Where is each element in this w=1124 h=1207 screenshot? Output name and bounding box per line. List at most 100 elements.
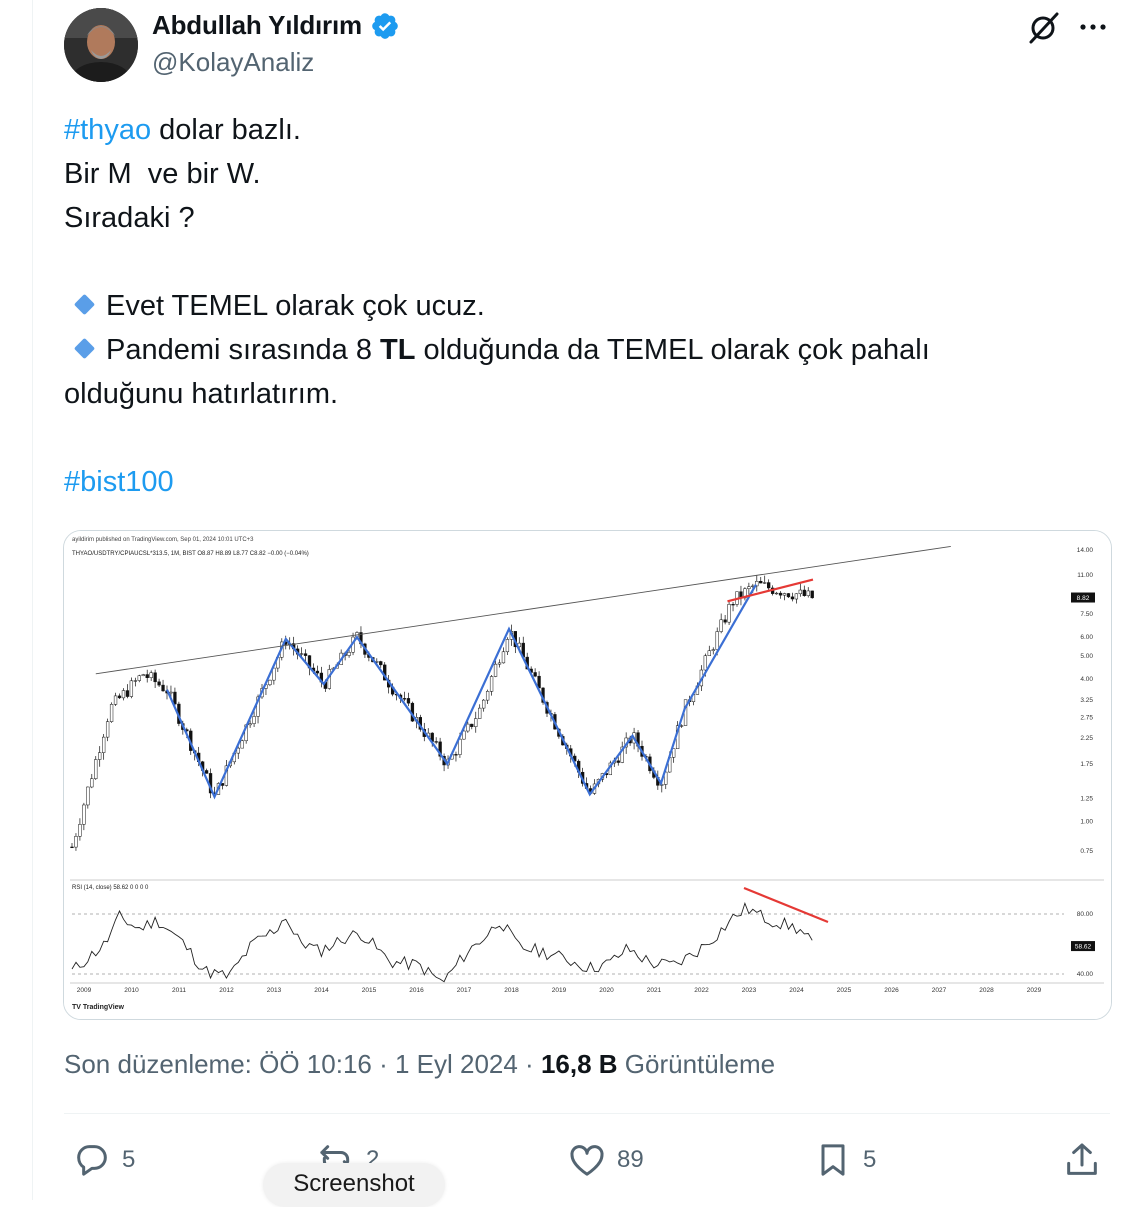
candle-body (493, 663, 498, 677)
tradingview-logo-icon: TV (72, 1004, 83, 1011)
candle-body (731, 604, 735, 606)
tweet-line: #bist100 (64, 460, 1104, 504)
more-icon[interactable] (1076, 14, 1110, 40)
x-tick-label: 2022 (694, 987, 709, 994)
candle-body (616, 760, 620, 763)
candle-body (121, 690, 126, 699)
candle-body (485, 691, 490, 701)
reply-button[interactable]: 5 (72, 1140, 135, 1180)
x-tick-label: 2023 (742, 987, 757, 994)
candle-body (102, 736, 106, 753)
bullet-text: Pandemi sırasında 8 (106, 334, 381, 366)
tradingview-watermark-text: TradingView (83, 1004, 125, 1011)
candle-body (74, 836, 78, 848)
candle-body (806, 590, 810, 596)
candle-body (347, 651, 351, 656)
candle-body (137, 675, 141, 681)
candle-body (303, 653, 308, 656)
bullet-text: Evet TEMEL olarak çok ucuz. (106, 290, 485, 322)
tweet-text: #thyao dolar bazlı. Bir M ve bir W. Sıra… (64, 108, 1104, 504)
price-tick-label: 0.75 (1080, 848, 1093, 855)
candle-body (454, 754, 458, 756)
x-tick-label: 2021 (647, 987, 662, 994)
x-tick-label: 2026 (884, 987, 899, 994)
candle-body (125, 690, 130, 697)
bookmark-button[interactable]: 5 (813, 1140, 876, 1180)
x-tick-label: 2015 (362, 987, 377, 994)
candle-body (145, 674, 149, 678)
candle-body (434, 741, 438, 743)
x-tick-label: 2011 (172, 987, 186, 994)
author-name[interactable]: Abdullah Yıldırım (152, 10, 362, 41)
candle-body (94, 759, 98, 779)
edited-timestamp[interactable]: Son düzenleme: ÖÖ 10:16 · 1 Eyl 2024 · (64, 1049, 541, 1079)
avatar[interactable] (64, 8, 138, 82)
x-tick-label: 2025 (837, 987, 852, 994)
candle-body (78, 824, 82, 837)
candle-body (141, 674, 145, 677)
candle-body (727, 604, 731, 623)
candle-body (478, 707, 482, 719)
candle-body (149, 672, 153, 678)
tradingview-chart: ayildirim published on TradingView.com, … (64, 531, 1111, 1019)
candle-body (70, 846, 74, 849)
share-icon (1067, 1143, 1097, 1175)
views-label: Görüntüleme (617, 1049, 776, 1079)
rsi-tick-label: 40.00 (1077, 971, 1094, 978)
hashtag-link[interactable]: #bist100 (64, 466, 174, 498)
candle-body (252, 716, 256, 724)
share-button[interactable] (1062, 1140, 1102, 1180)
candle-body (248, 723, 252, 726)
candle-body (774, 592, 779, 595)
x-tick-label: 2010 (124, 987, 139, 994)
chart-image[interactable]: ayildirim published on TradingView.com, … (63, 530, 1112, 1020)
like-button[interactable]: 89 (567, 1140, 644, 1180)
candle-body (268, 679, 272, 686)
hashtag-link[interactable]: #thyao (64, 114, 151, 146)
candle-body (240, 740, 244, 749)
x-tick-label: 2009 (77, 987, 92, 994)
candle-body (778, 592, 783, 596)
price-tick-label: 11.00 (1077, 572, 1093, 579)
candle-body (679, 725, 684, 727)
tradingview-watermark: TV TradingView (72, 1004, 125, 1011)
reply-count: 5 (122, 1146, 136, 1173)
x-tick-label: 2013 (267, 987, 282, 994)
candle-body (790, 596, 795, 600)
tweet-meta: Son düzenleme: ÖÖ 10:16 · 1 Eyl 2024 · 1… (64, 1049, 775, 1080)
x-tick-label: 2014 (314, 987, 329, 994)
x-tick-label: 2017 (457, 987, 472, 994)
candle-body (715, 631, 719, 650)
price-tick-label: 4.00 (1080, 676, 1093, 683)
candle-body (794, 593, 799, 600)
candle-body (759, 580, 763, 584)
tweet-line: #thyao dolar bazlı. (64, 108, 1104, 152)
blue-diamond-icon (73, 337, 96, 360)
price-tick-label: 1.25 (1080, 795, 1093, 802)
candle-body (169, 691, 173, 694)
candle-body (113, 695, 118, 705)
candle-body (505, 639, 510, 653)
author-handle[interactable]: @KolayAnaliz (152, 47, 314, 78)
x-tick-label: 2027 (932, 987, 947, 994)
tweet-text-span: dolar bazlı. (151, 114, 301, 146)
candle-body (133, 680, 137, 682)
timeline-border (32, 0, 33, 1200)
candle-body (707, 650, 711, 656)
candle-body (533, 672, 537, 677)
candle-body (763, 582, 767, 584)
candle-body (402, 698, 407, 700)
bullet-text: olduğunda da TEMEL olarak çok pahalı (415, 334, 930, 366)
candle-body (315, 670, 320, 674)
bold-text: TL (380, 334, 416, 366)
reply-icon (77, 1145, 107, 1176)
grok-icon[interactable] (1025, 10, 1061, 46)
candle-body (810, 590, 814, 599)
candle-body (105, 721, 110, 738)
x-tick-label: 2016 (409, 987, 424, 994)
screenshot-pill[interactable]: Screenshot (263, 1163, 445, 1207)
candle-body (98, 752, 102, 760)
candle-body (497, 662, 502, 665)
x-tick-label: 2028 (979, 987, 994, 994)
tweet-line: Pandemi sırasında 8 TL olduğunda da TEME… (64, 328, 1104, 372)
